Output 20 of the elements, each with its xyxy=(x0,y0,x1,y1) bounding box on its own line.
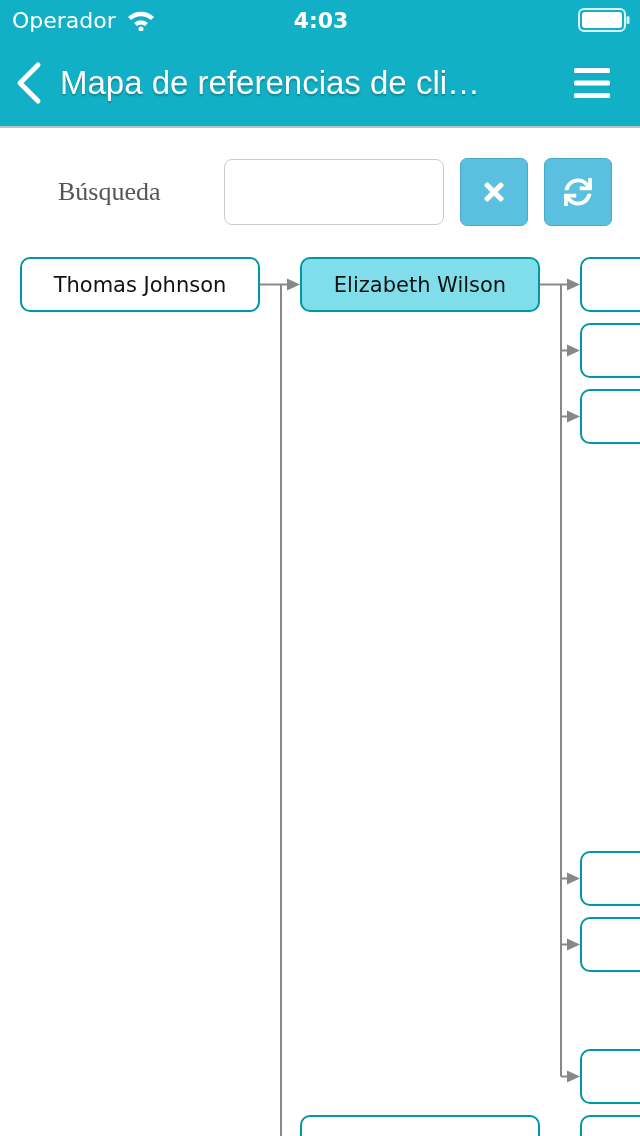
status-time: 4:03 xyxy=(293,7,349,33)
connector-arrow xyxy=(560,1070,580,1083)
connector-arrow xyxy=(259,278,300,291)
clear-button[interactable] xyxy=(460,158,528,226)
connector-arrow xyxy=(560,872,580,885)
search-field[interactable] xyxy=(224,159,444,225)
battery-icon xyxy=(578,8,630,32)
refresh-icon xyxy=(564,178,592,206)
connector-arrow xyxy=(560,410,580,423)
person-node[interactable]: Elizabeth Wilson xyxy=(300,257,540,312)
connector-arrow xyxy=(539,278,580,291)
connector-arrow xyxy=(560,344,580,357)
carrier-name: Operador xyxy=(12,7,116,33)
menu-button[interactable] xyxy=(574,68,610,98)
connector-arrow xyxy=(560,938,580,951)
search-label: Búsqueda xyxy=(58,177,162,207)
refresh-button[interactable] xyxy=(544,158,612,226)
page-title: Mapa de referencias de cli… xyxy=(60,64,482,102)
menu-icon xyxy=(574,68,610,98)
person-node[interactable]: Thomas Johnson xyxy=(20,257,260,312)
